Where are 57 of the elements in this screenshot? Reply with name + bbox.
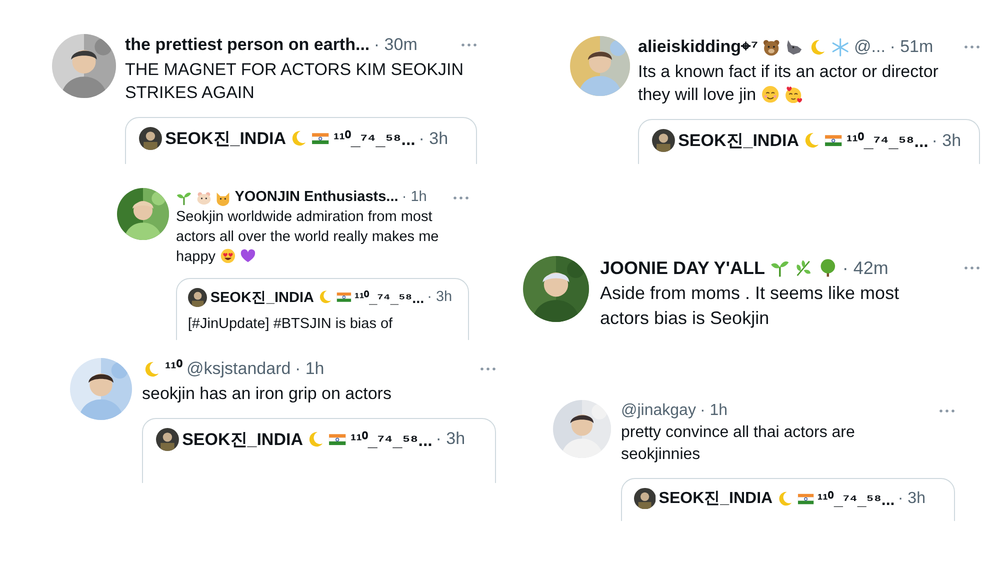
more-icon[interactable]: [480, 367, 496, 372]
quoted-author-name: ¹¹⁰_⁷⁴_⁵⁸...: [354, 289, 424, 308]
post-time[interactable]: · 1h: [700, 400, 728, 422]
post-time[interactable]: · 42m: [842, 256, 888, 280]
post-time[interactable]: · 3h: [418, 128, 448, 149]
quoted-author-name: SEOK진_INDIA: [658, 489, 773, 510]
post-text: they will love jin: [638, 84, 756, 104]
post-time[interactable]: · 3h: [436, 429, 466, 450]
quoted-author-name: SEOK진_INDIA: [210, 288, 314, 307]
quoted-author-name: SEOK진_INDIA: [678, 130, 799, 152]
more-icon[interactable]: [461, 43, 477, 48]
quoted-author-name: ¹¹⁰_⁷⁴_⁵⁸...: [334, 129, 416, 150]
post-time[interactable]: · 1h: [402, 188, 427, 208]
post-time[interactable]: · 1h: [294, 358, 324, 381]
post-text: THE MAGNET FOR ACTORS KIM SEOKJIN STRIKES AGAIN: [125, 60, 464, 102]
author-name: alieiskidding⌖⁷: [638, 36, 758, 58]
author-name: ¹¹⁰: [164, 358, 182, 380]
more-icon[interactable]: [453, 196, 469, 200]
hearts-face-icon: [784, 84, 803, 104]
more-icon[interactable]: [964, 266, 980, 270]
post-time[interactable]: · 51m: [890, 36, 934, 59]
post-text: Its a known fact if its an actor or director: [638, 62, 938, 81]
smiling-face-icon: [760, 84, 780, 104]
wolf-icon: [785, 38, 804, 57]
hamster-icon: [196, 190, 212, 206]
snowflake-icon: [831, 38, 850, 57]
post-time[interactable]: · 3h: [427, 289, 452, 306]
author-name: YOONJIN Enthusiasts...: [234, 188, 398, 207]
post-text: pretty convince all thai actors are seokjinnies: [621, 424, 855, 464]
more-icon[interactable]: [964, 45, 980, 50]
post-time[interactable]: · 3h: [898, 490, 926, 508]
more-icon[interactable]: [939, 408, 955, 413]
post-text: Seokjin worldwide admiration from most: [176, 209, 432, 226]
post-text: Aside from moms . It seems like most actors bias is Seokjin: [600, 283, 900, 328]
bear-icon: [762, 38, 781, 57]
user-handle[interactable]: @...: [854, 36, 886, 59]
heart-eyes-face-icon: [220, 248, 236, 264]
quoted-author-name: ¹¹⁰_⁷⁴_⁵⁸...: [817, 490, 895, 510]
post-text: actors all over the world really makes me: [176, 229, 439, 245]
sprout-icon: [176, 190, 192, 206]
post-text: happy: [176, 248, 216, 265]
quoted-author-name: ¹¹⁰_⁷⁴_⁵⁸...: [350, 430, 432, 451]
post-time[interactable]: · 3h: [932, 130, 962, 151]
user-handle[interactable]: @ksjstandard: [186, 358, 291, 381]
quoted-author-name: SEOK진_INDIA: [165, 128, 286, 150]
post-time[interactable]: · 30m: [374, 34, 418, 57]
quoted-post-card[interactable]: SEOK진_INDIA ¹¹⁰_⁷⁴_⁵⁸... · 3h: [621, 478, 955, 521]
tree-icon: [818, 258, 838, 278]
quoted-post-card[interactable]: SEOK진_INDIA ¹¹⁰_⁷⁴_⁵⁸... · 3h: [142, 418, 496, 483]
post-text: seokjin has an iron grip on actors: [142, 384, 392, 403]
quoted-author-name: ¹¹⁰_⁷⁴_⁵⁸...: [846, 131, 928, 152]
author-name: JOONIE DAY Y'ALL: [600, 257, 765, 280]
author-name: the prettiest person on earth...: [125, 34, 370, 56]
quoted-post-text: [#JinUpdate] #BTSJIN is bias of: [188, 315, 394, 334]
user-handle[interactable]: @jinakgay: [621, 400, 696, 422]
quoted-author-name: SEOK진_INDIA: [182, 428, 303, 451]
heart-icon: [240, 248, 256, 264]
